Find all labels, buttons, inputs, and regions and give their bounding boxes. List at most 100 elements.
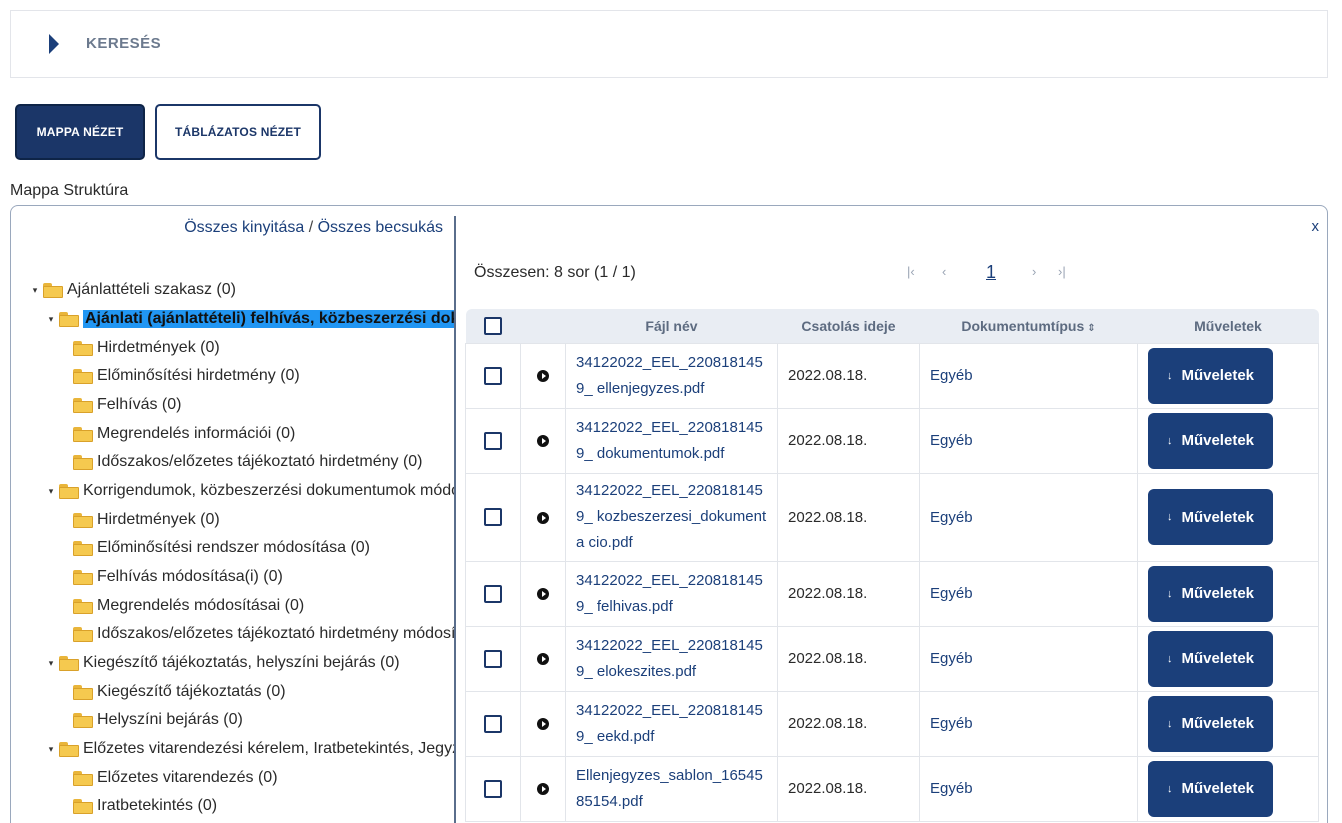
- folder-icon: [73, 770, 93, 786]
- expand-toggle-icon[interactable]: ▾: [45, 658, 57, 669]
- tree-item-label[interactable]: Ajánlattételi szakasz (0): [67, 281, 236, 299]
- table-view-button[interactable]: TÁBLÁZATOS NÉZET: [155, 104, 321, 160]
- row-checkbox[interactable]: [484, 431, 502, 450]
- tree-item-label[interactable]: Felhívás módosítása(i) (0): [97, 568, 283, 586]
- document-type-header[interactable]: Dokumentumtípus ⇕: [920, 309, 1138, 343]
- tree-item-label[interactable]: Iratbetekintés (0): [97, 797, 217, 815]
- play-circle-icon[interactable]: [537, 653, 549, 666]
- file-name-link[interactable]: 34122022_EEL_2208181459_ elokeszites.pdf: [565, 625, 778, 692]
- sort-icon[interactable]: ⇕: [1087, 323, 1095, 334]
- expand-toggle-icon[interactable]: ▾: [45, 744, 57, 755]
- document-type-link[interactable]: Egyéb: [919, 690, 1138, 757]
- expand-toggle-icon[interactable]: ▾: [45, 314, 57, 325]
- document-type-link[interactable]: Egyéb: [919, 472, 1138, 562]
- last-page-icon[interactable]: ›|: [1058, 264, 1066, 279]
- play-circle-icon[interactable]: [537, 588, 549, 601]
- operations-button[interactable]: ↓ Műveletek: [1148, 630, 1273, 687]
- operations-button[interactable]: ↓ Műveletek: [1148, 760, 1273, 817]
- tree-item[interactable]: Hirdetmények (0): [73, 509, 220, 531]
- tree-item[interactable]: Megrendelés módosításai (0): [73, 595, 304, 617]
- play-circle-icon[interactable]: [537, 435, 549, 448]
- tree-item-label[interactable]: Kiegészítő tájékoztatás, helyszíni bejár…: [83, 654, 400, 672]
- play-circle-icon[interactable]: [537, 370, 549, 383]
- caret-right-icon[interactable]: [49, 34, 59, 54]
- tree-item[interactable]: ▾ Ajánlattételi szakasz (0): [29, 279, 236, 301]
- tree-item-label[interactable]: Megrendelés módosításai (0): [97, 597, 304, 615]
- operations-button[interactable]: ↓ Műveletek: [1148, 565, 1273, 622]
- close-icon[interactable]: x: [1312, 218, 1320, 235]
- tree-item[interactable]: Megrendelés információi (0): [73, 423, 295, 445]
- file-name-link[interactable]: 34122022_EEL_2208181459_ eekd.pdf: [565, 690, 778, 757]
- play-header: [521, 309, 566, 343]
- tree-item[interactable]: Hirdetmények (0): [73, 337, 220, 359]
- play-circle-icon[interactable]: [537, 783, 549, 796]
- tree-item[interactable]: Felhívás (0): [73, 394, 181, 416]
- collapse-all-link[interactable]: Összes becsukás: [318, 219, 443, 236]
- file-name-link[interactable]: Ellenjegyzes_sablon_16545 85154.pdf: [565, 755, 778, 822]
- document-type-link[interactable]: Egyéb: [919, 560, 1138, 627]
- next-page-icon[interactable]: ›: [1032, 264, 1036, 279]
- tree-item[interactable]: Felhívás módosítása(i) (0): [73, 566, 283, 588]
- row-checkbox[interactable]: [484, 584, 502, 603]
- row-checkbox[interactable]: [484, 779, 502, 798]
- tree-item-label[interactable]: Előminősítési hirdetmény (0): [97, 367, 300, 385]
- operations-button[interactable]: ↓ Műveletek: [1148, 412, 1273, 469]
- tree-item-label[interactable]: Előzetes vitarendezés (0): [97, 769, 278, 787]
- tree-item[interactable]: ▾ Korrigendumok, közbeszerzési dokumentum…: [45, 480, 455, 502]
- tree-item-label[interactable]: Helyszíni bejárás (0): [97, 711, 243, 729]
- tree-item[interactable]: ▾ Ajánlati (ajánlattételi) felhívás, közb…: [45, 308, 455, 330]
- expand-toggle-icon[interactable]: ▾: [29, 285, 41, 296]
- tree-item-label[interactable]: Megrendelés információi (0): [97, 425, 295, 443]
- row-checkbox[interactable]: [484, 649, 502, 668]
- operations-button[interactable]: ↓ Műveletek: [1148, 489, 1273, 545]
- play-circle-icon[interactable]: [537, 718, 549, 731]
- file-name-link[interactable]: 34122022_EEL_2208181459_ ellenjegyzes.pd…: [565, 342, 778, 409]
- folder-view-button[interactable]: MAPPA NÉZET: [15, 104, 145, 160]
- tree-item-label[interactable]: Felhívás (0): [97, 396, 181, 414]
- expand-all-link[interactable]: Összes kinyitása: [184, 219, 304, 236]
- folder-icon: [59, 741, 79, 757]
- row-checkbox[interactable]: [484, 366, 502, 385]
- row-checkbox[interactable]: [484, 508, 502, 527]
- prev-page-icon[interactable]: ‹: [942, 264, 946, 279]
- tree-item[interactable]: Kiegészítő tájékoztatás (0): [73, 681, 286, 703]
- search-toggle-label[interactable]: KERESÉS: [86, 35, 161, 52]
- first-page-icon[interactable]: |‹: [907, 264, 915, 279]
- tree-item[interactable]: ▾ Előzetes vitarendezési kérelem, Iratbet…: [45, 738, 455, 760]
- tree-item[interactable]: Előminősítési hirdetmény (0): [73, 365, 300, 387]
- operations-button[interactable]: ↓ Műveletek: [1148, 347, 1273, 404]
- file-name-link[interactable]: 34122022_EEL_2208181459_ felhivas.pdf: [565, 560, 778, 627]
- tree-item-label[interactable]: Korrigendumok, közbeszerzési dokumentumo…: [83, 482, 455, 500]
- row-checkbox[interactable]: [484, 714, 502, 733]
- pane-divider[interactable]: [454, 216, 456, 823]
- tree-item-label[interactable]: Hirdetmények (0): [97, 511, 220, 529]
- play-circle-icon[interactable]: [537, 511, 549, 524]
- tree-item[interactable]: Helyszíni bejárás (0): [73, 709, 243, 731]
- operations-button[interactable]: ↓ Műveletek: [1148, 695, 1273, 752]
- operations-cell: ↓ Műveletek: [1137, 625, 1319, 692]
- file-name-link[interactable]: 34122022_EEL_2208181459_ dokumentumok.pd…: [565, 407, 778, 474]
- tree-item-label[interactable]: Előminősítési rendszer módosítása (0): [97, 539, 370, 557]
- document-type-link[interactable]: Egyéb: [919, 755, 1138, 822]
- page-number-link[interactable]: 1: [986, 262, 996, 283]
- tree-item[interactable]: Időszakos/előzetes tájékoztató hirdetmén…: [73, 451, 423, 473]
- tree-item-label[interactable]: Időszakos/előzetes tájékoztató hirdetmén…: [97, 625, 455, 643]
- operations-button-label: Műveletek: [1181, 432, 1255, 449]
- tree-item-label[interactable]: Kiegészítő tájékoztatás (0): [97, 683, 286, 701]
- expand-toggle-icon[interactable]: ▾: [45, 486, 57, 497]
- select-all-checkbox[interactable]: [484, 316, 502, 335]
- document-type-link[interactable]: Egyéb: [919, 407, 1138, 474]
- document-type-link[interactable]: Egyéb: [919, 342, 1138, 409]
- document-type-link[interactable]: Egyéb: [919, 625, 1138, 692]
- tree-item-label[interactable]: Előzetes vitarendezési kérelem, Iratbete…: [83, 740, 455, 758]
- tree-item[interactable]: Előzetes vitarendezés (0): [73, 767, 278, 789]
- tree-item[interactable]: ▾ Kiegészítő tájékoztatás, helyszíni bejá…: [45, 652, 400, 674]
- tree-item[interactable]: Iratbetekintés (0): [73, 795, 217, 817]
- tree-item-label[interactable]: Hirdetmények (0): [97, 339, 220, 357]
- tree-item[interactable]: Előminősítési rendszer módosítása (0): [73, 537, 370, 559]
- file-name-link[interactable]: 34122022_EEL_2208181459_ kozbeszerzesi_d…: [565, 472, 778, 562]
- search-panel[interactable]: KERESÉS: [10, 10, 1328, 78]
- tree-item-label[interactable]: Ajánlati (ajánlattételi) felhívás, közbe…: [83, 310, 455, 328]
- tree-item-label[interactable]: Időszakos/előzetes tájékoztató hirdetmén…: [97, 453, 423, 471]
- tree-item[interactable]: Időszakos/előzetes tájékoztató hirdetmén…: [73, 623, 455, 645]
